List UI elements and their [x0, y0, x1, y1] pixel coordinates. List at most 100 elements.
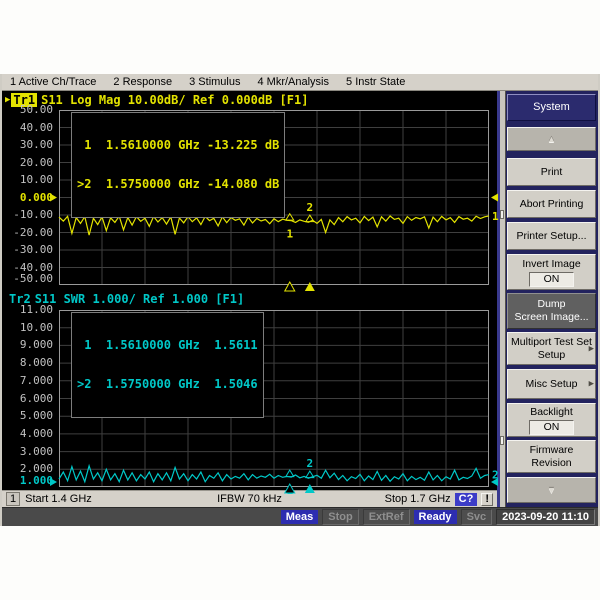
y-axis-tick-label: 50.00 [3, 104, 53, 116]
start-frequency-label: Start 1.4 GHz [25, 493, 92, 505]
scroll-up-icon: ▲ [547, 135, 556, 144]
cal-status-badge: C? [455, 493, 478, 506]
softkey-label: Print [541, 166, 563, 179]
submenu-arrow-icon: ▶ [589, 378, 594, 391]
softkey-label: Invert Image [522, 258, 580, 271]
trace-number-end-label: 2 [492, 469, 499, 482]
y-axis-tick-label: 8.000 [3, 357, 53, 369]
y-axis-tick-label: 5.000 [3, 410, 53, 422]
tr2-chart: 1 1.5610000 GHz 1.5611 >2 1.5750000 GHz … [59, 310, 489, 487]
trace2-header-text: S11 SWR 1.000/ Ref 1.000 [F1] [35, 292, 245, 306]
menu-bar: 1 Active Ch/Trace 2 Response 3 Stimulus … [2, 74, 598, 91]
marker-1-stimulus-indicator-icon [285, 282, 295, 291]
channel-bar-right-group: Stop 1.7 GHz C? ! [385, 493, 493, 506]
softkey-label: Printer Setup... [516, 230, 586, 243]
softkey-firmware-revision-button[interactable]: Firmware Revision [507, 440, 596, 473]
y-axis-tick-label: 7.000 [3, 375, 53, 387]
y-axis-tick-label: 40.00 [3, 122, 53, 134]
softkey-label: Screen Image... [514, 311, 588, 324]
menu-active-ch-trace[interactable]: 1 Active Ch/Trace [10, 76, 96, 88]
softkey-panel: System ▲ Print Abort Printing Printer Se… [497, 91, 598, 507]
softkey-print-button[interactable]: Print [507, 158, 596, 186]
softkey-gutter [500, 91, 506, 507]
softkey-label: Multiport Test Set [511, 336, 592, 349]
y-axis-tick-label: 1.000 [3, 475, 53, 487]
softkey-label: Firmware [530, 444, 574, 457]
tr1-marker1-readout-row: 1 1.5610000 GHz -13.225 dB [77, 139, 279, 152]
y-axis-tick-label: 6.000 [3, 393, 53, 405]
marker-1-number-label: 1 [286, 228, 293, 241]
menu-stimulus[interactable]: 3 Stimulus [189, 76, 240, 88]
softkey-printer-setup-button[interactable]: Printer Setup... [507, 222, 596, 250]
tr1-marker2-readout-row: >2 1.5750000 GHz -14.080 dB [77, 178, 279, 191]
y-axis-tick-label: 20.00 [3, 157, 53, 169]
invert-image-state-value: ON [529, 272, 575, 287]
y-axis-tick-label: 30.00 [3, 139, 53, 151]
tr1-chart: 1 1.5610000 GHz -13.225 dB >2 1.5750000 … [59, 110, 489, 285]
y-axis-tick-label: 10.00 [3, 322, 53, 334]
status-extref: ExtRef [363, 509, 410, 525]
softkey-dump-screen-image-button[interactable]: Dump Screen Image... [507, 293, 596, 329]
stop-frequency-label: Stop 1.7 GHz [385, 493, 451, 505]
trace-number-end-label: 1 [492, 210, 499, 223]
trace1-header-text: S11 Log Mag 10.00dB/ Ref 0.000dB [F1] [41, 93, 308, 107]
status-svc: Svc [461, 509, 493, 525]
softkey-scroll-down-button[interactable]: ▼ [507, 477, 596, 503]
softkey-invert-image-button[interactable]: Invert Image ON [507, 254, 596, 290]
gutter-tick [500, 210, 504, 219]
menu-mkr-analysis[interactable]: 4 Mkr/Analysis [257, 76, 329, 88]
tr2-marker1-readout-row: 1 1.5610000 GHz 1.5611 [77, 339, 258, 352]
softkey-menu-title-system: System [507, 94, 596, 121]
softkey-label: Abort Printing [520, 198, 584, 211]
softkey-label: Revision [531, 457, 571, 470]
softkey-misc-setup-button[interactable]: Misc Setup ▶ [507, 369, 596, 399]
softkey-abort-printing-button[interactable]: Abort Printing [507, 190, 596, 218]
ifbw-label: IFBW 70 kHz [217, 493, 282, 505]
main-area: ▶ Tr1 S11 Log Mag 10.00dB/ Ref 0.000dB [… [2, 91, 598, 507]
marker-2-number-label: 2 [307, 201, 314, 214]
softkey-label: Misc Setup [526, 378, 578, 391]
softkey-multiport-test-set-setup-button[interactable]: Multiport Test Set Setup ▶ [507, 332, 596, 365]
status-stop: Stop [322, 509, 358, 525]
screenshot-page: 1 Active Ch/Trace 2 Response 3 Stimulus … [0, 0, 600, 600]
y-axis-tick-label: -20.00 [3, 227, 53, 239]
softkey-label: Setup [538, 349, 565, 362]
y-axis-tick-label: 11.00 [3, 304, 53, 316]
instrument-status-bar: Meas Stop ExtRef Ready Svc 2023-09-20 11… [2, 507, 598, 526]
status-ready: Ready [414, 510, 457, 524]
status-datetime: 2023-09-20 11:10 [496, 509, 595, 525]
softkey-menu-title-label: System [533, 101, 570, 114]
channel-number-badge: 1 [6, 492, 20, 506]
y-axis-tick-label: -10.00 [3, 209, 53, 221]
y-axis-tick-label: 3.000 [3, 446, 53, 458]
marker-1-symbol-icon[interactable] [286, 470, 294, 477]
menu-response[interactable]: 2 Response [113, 76, 172, 88]
tr2-marker2-readout-row: >2 1.5750000 GHz 1.5046 [77, 378, 258, 391]
marker-2-stimulus-indicator-icon [305, 282, 315, 291]
analyzer-screen: 1 Active Ch/Trace 2 Response 3 Stimulus … [0, 74, 600, 526]
submenu-arrow-icon: ▶ [589, 342, 594, 355]
y-axis-tick-label: -30.00 [3, 244, 53, 256]
y-axis-tick-label: 0.000 [3, 192, 53, 204]
y-axis-tick-label: -50.00 [3, 273, 53, 285]
scroll-down-icon: ▼ [547, 486, 556, 495]
backlight-state-value: ON [529, 420, 575, 435]
y-axis-tick-label: 4.000 [3, 428, 53, 440]
softkey-label: Backlight [530, 406, 573, 419]
ref-level-arrow-right-icon [491, 194, 498, 202]
softkey-backlight-button[interactable]: Backlight ON [507, 403, 596, 437]
graph-area: ▶ Tr1 S11 Log Mag 10.00dB/ Ref 0.000dB [… [2, 91, 497, 507]
y-axis-tick-label: 9.000 [3, 339, 53, 351]
status-meas: Meas [281, 510, 319, 524]
menu-instr-state[interactable]: 5 Instr State [346, 76, 405, 88]
y-axis-tick-label: 10.00 [3, 174, 53, 186]
gutter-tick [500, 436, 504, 445]
channel-status-bar: 1 Start 1.4 GHz IFBW 70 kHz Stop 1.7 GHz… [2, 490, 497, 507]
tr1-marker-readout: 1 1.5610000 GHz -13.225 dB >2 1.5750000 … [71, 112, 285, 218]
alert-indicator: ! [481, 493, 493, 506]
softkey-scroll-up-button[interactable]: ▲ [507, 127, 596, 151]
marker-2-number-label: 2 [307, 457, 314, 470]
tr2-marker-readout: 1 1.5610000 GHz 1.5611 >2 1.5750000 GHz … [71, 312, 264, 418]
marker-2-stimulus-indicator-icon [305, 484, 315, 493]
softkey-label: Dump [537, 298, 565, 311]
